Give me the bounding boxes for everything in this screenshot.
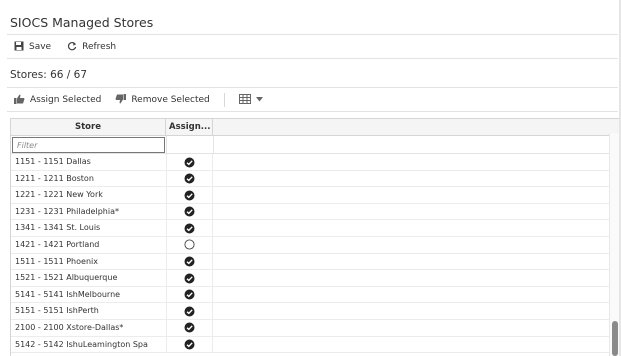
assigned-cell[interactable] — [166, 170, 213, 187]
grid-rows: 1151 - 1151 Dallas 1211 - 1211 Boston 1221… — [11, 154, 609, 354]
refresh-icon — [67, 41, 82, 54]
assigned-cell[interactable] — [166, 270, 213, 287]
assigned-cell[interactable] — [166, 286, 213, 303]
assigned-cell[interactable] — [166, 303, 213, 320]
store-filter-input[interactable] — [12, 137, 165, 153]
divider — [7, 111, 618, 112]
grid-header: Store Assign... — [11, 119, 609, 136]
thumbs-down-icon — [115, 93, 131, 107]
check-circle-icon — [184, 157, 195, 168]
store-name: 1511 - 1511 Phoenix — [15, 256, 98, 266]
check-circle-icon — [184, 289, 195, 300]
store-name: 5141 - 5141 IshMelbourne — [15, 289, 121, 299]
divider — [7, 87, 618, 88]
store-name: 1341 - 1341 St. Louis — [15, 223, 101, 233]
check-circle-icon — [184, 339, 195, 350]
assigned-cell[interactable] — [166, 336, 213, 353]
check-circle-icon — [184, 173, 195, 184]
remove-selected-button[interactable]: Remove Selected — [115, 93, 210, 107]
store-name: 1211 - 1211 Boston — [15, 173, 94, 183]
save-button[interactable]: Save — [14, 41, 51, 54]
table-row[interactable]: 1341 - 1341 St. Louis — [11, 220, 609, 237]
table-row[interactable]: 1151 - 1151 Dallas — [11, 154, 609, 171]
table-row[interactable]: 5151 - 5151 IshPerth — [11, 303, 609, 320]
table-row[interactable]: 5141 - 5141 IshMelbourne — [11, 286, 609, 304]
assigned-cell[interactable] — [166, 154, 213, 170]
store-name: 1421 - 1421 Portland — [15, 239, 100, 249]
column-header-store[interactable]: Store — [11, 119, 166, 136]
toolbar-separator — [223, 93, 225, 107]
check-circle-icon — [184, 256, 195, 267]
table-row[interactable]: 1221 - 1221 New York — [11, 187, 609, 204]
check-circle-icon — [184, 322, 195, 333]
stores-grid: Store Assign... 1151 - 1151 Dallas 1211 -… — [10, 118, 609, 356]
store-name: 1221 - 1221 New York — [15, 190, 103, 200]
main-toolbar: Save Refresh — [14, 40, 116, 54]
floppy-disk-icon — [14, 41, 29, 54]
table-row[interactable]: 1231 - 1231 Philadelphia* — [11, 203, 609, 221]
store-name: 2100 - 2100 Xstore-Dallas* — [15, 322, 124, 332]
store-name: 1151 - 1151 Dallas — [15, 157, 91, 166]
assigned-cell[interactable] — [166, 203, 213, 220]
save-label: Save — [29, 42, 52, 52]
stores-count: Stores: 66 / 67 — [10, 69, 88, 81]
table-row[interactable]: 2100 - 2100 Xstore-Dallas* — [11, 319, 609, 337]
check-circle-icon — [184, 273, 195, 284]
remove-selected-label: Remove Selected — [131, 95, 210, 105]
filter-row — [11, 136, 609, 154]
divider — [7, 34, 618, 35]
refresh-label: Refresh — [82, 42, 117, 52]
assigned-cell[interactable] — [166, 220, 213, 237]
check-circle-icon — [184, 306, 195, 317]
check-circle-icon — [184, 206, 195, 217]
assigned-cell[interactable] — [166, 187, 213, 204]
scrollbar-thumb[interactable] — [612, 321, 618, 356]
store-name: 5142 - 5142 IshuLeamington Spa — [15, 339, 148, 349]
assigned-cell[interactable] — [166, 236, 213, 253]
thumbs-up-icon — [14, 94, 30, 107]
table-row[interactable]: 5142 - 5142 IshuLeamington Spa — [11, 336, 609, 354]
caret-down-icon — [255, 95, 268, 105]
check-circle-icon — [184, 190, 195, 201]
divider — [7, 58, 618, 59]
table-row[interactable]: 1511 - 1511 Phoenix — [11, 253, 609, 271]
table-row[interactable]: 1521 - 1521 Albuquerque — [11, 270, 609, 287]
store-name: 1231 - 1231 Philadelphia* — [15, 206, 119, 216]
check-circle-icon — [184, 223, 195, 234]
assigned-cell[interactable] — [166, 253, 213, 270]
empty-circle-icon — [184, 239, 195, 251]
view-menu-button[interactable] — [238, 93, 268, 107]
assign-selected-button[interactable]: Assign Selected — [14, 94, 101, 107]
store-name: 1521 - 1521 Albuquerque — [15, 273, 118, 283]
assign-selected-label: Assign Selected — [30, 95, 102, 105]
column-header-assigned[interactable]: Assign... — [166, 119, 213, 136]
page-title: SIOCS Managed Stores — [10, 15, 154, 30]
grid-toolbar: Assign Selected Remove Selected — [14, 93, 282, 107]
assigned-cell[interactable] — [166, 319, 213, 336]
grid-view-icon — [238, 93, 256, 107]
store-name: 5151 - 5151 IshPerth — [15, 306, 99, 316]
refresh-button[interactable]: Refresh — [67, 41, 116, 54]
table-row[interactable]: 1421 - 1421 Portland — [11, 236, 609, 254]
table-row[interactable]: 1211 - 1211 Boston — [11, 170, 609, 188]
